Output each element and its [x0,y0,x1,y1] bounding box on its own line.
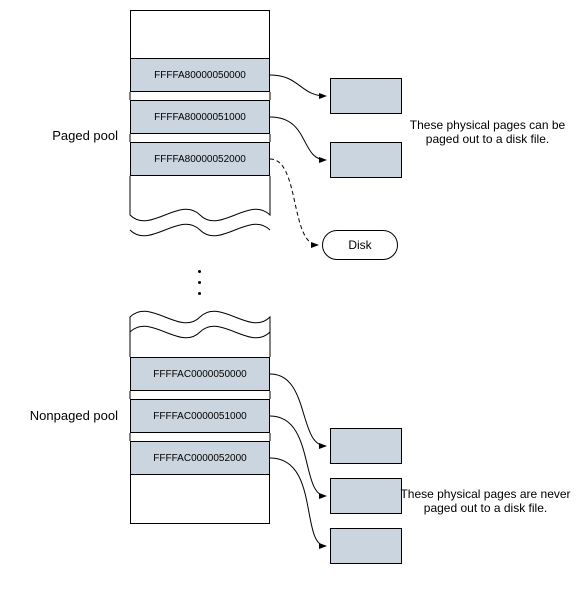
nonpaged-cell-1: FFFFAC0000051000 [130,399,270,433]
paged-pool-label: Paged pool [10,128,118,143]
vertical-dot [198,292,201,295]
physical-page-box [330,428,402,464]
vertical-dot [198,281,201,284]
nonpaged-cell-2: FFFFAC0000052000 [130,441,270,475]
nonpaged-pool-label: Nonpaged pool [10,408,118,423]
paged-cell-2: FFFFA80000052000 [130,142,270,176]
vertical-dot [198,270,201,273]
physical-page-box [330,142,402,178]
paged-cell-1: FFFFA80000051000 [130,100,270,134]
disk-label: Disk [348,238,371,252]
physical-page-box [330,528,402,564]
nonpaged-cell-0: FFFFAC0000050000 [130,357,270,391]
paged-col-top [130,10,270,58]
paged-cell-0: FFFFA80000050000 [130,58,270,92]
paged-caption: These physical pages can be paged out to… [395,118,580,146]
physical-page-box [330,78,402,114]
nonpaged-bottom-border [130,523,270,524]
nonpaged-col-bottom [130,475,270,523]
disk-box: Disk [322,230,398,260]
nonpaged-caption: These physical pages are never paged out… [393,487,578,515]
physical-page-box [330,478,402,514]
